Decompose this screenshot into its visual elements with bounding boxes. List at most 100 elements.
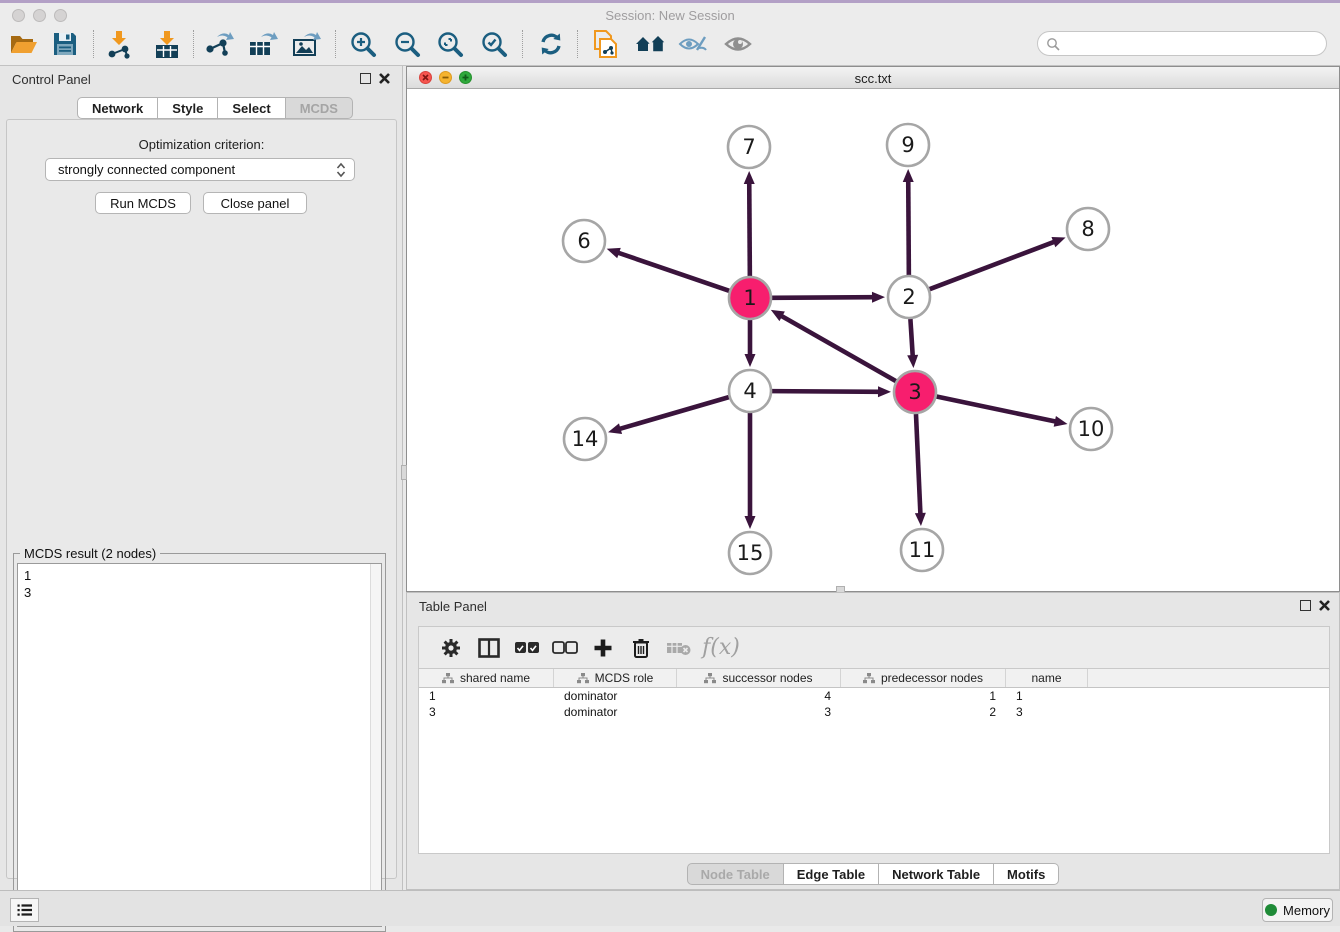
float-panel-icon[interactable] xyxy=(360,73,371,84)
plus-icon xyxy=(593,638,613,658)
manage-networks-icon[interactable] xyxy=(633,27,669,61)
import-table-icon[interactable] xyxy=(149,27,185,61)
cell-successor-nodes[interactable]: 3 xyxy=(677,705,841,719)
result-scrollbar[interactable] xyxy=(370,564,381,926)
import-table-icon xyxy=(152,29,182,59)
search-field[interactable] xyxy=(1037,31,1327,56)
network-canvas[interactable]: 7968124314101511 xyxy=(407,89,1339,591)
optimization-dropdown[interactable]: strongly connected component xyxy=(45,158,355,181)
export-network-icon[interactable] xyxy=(201,27,237,61)
zoom-in-icon[interactable] xyxy=(345,27,381,61)
mcds-result-group: MCDS result (2 nodes) 1 3 xyxy=(13,553,386,932)
zoom-fit-icon[interactable] xyxy=(432,27,468,61)
tab-select[interactable]: Select xyxy=(218,97,285,119)
float-table-panel-icon[interactable] xyxy=(1300,600,1311,611)
task-history-button[interactable] xyxy=(10,898,39,922)
tab-edge-table[interactable]: Edge Table xyxy=(784,863,879,885)
hide-all-columns-button[interactable] xyxy=(547,632,583,664)
refresh-layout-icon[interactable] xyxy=(533,27,569,61)
graph-edge-4-3[interactable] xyxy=(772,391,880,392)
column-header-successor-nodes[interactable]: successor nodes xyxy=(677,669,841,687)
table-row[interactable]: 1 dominator 4 1 1 xyxy=(419,688,1329,704)
import-network-icon[interactable] xyxy=(101,27,137,61)
zoom-selected-icon xyxy=(480,30,508,58)
network-window-titlebar[interactable]: scc.txt xyxy=(407,67,1339,89)
save-session-icon[interactable] xyxy=(47,27,83,61)
cell-shared-name[interactable]: 1 xyxy=(419,689,554,703)
graph-node-label: 4 xyxy=(743,379,756,403)
tab-style[interactable]: Style xyxy=(158,97,218,119)
dropdown-selected-value: strongly connected component xyxy=(58,162,336,177)
tab-motifs[interactable]: Motifs xyxy=(994,863,1059,885)
graph-edge-4-14[interactable] xyxy=(619,397,729,429)
cell-name[interactable]: 3 xyxy=(1006,705,1088,719)
export-network-icon xyxy=(203,29,235,59)
tab-node-table[interactable]: Node Table xyxy=(687,863,784,885)
close-panel-button[interactable]: Close panel xyxy=(203,192,307,214)
cell-predecessor-nodes[interactable]: 2 xyxy=(841,705,1006,719)
graph-edge-arrow xyxy=(1054,416,1068,427)
splitter-handle-vertical[interactable] xyxy=(401,465,407,480)
main-toolbar xyxy=(0,22,1340,66)
export-table-icon[interactable] xyxy=(245,27,281,61)
graph-edge-1-7[interactable] xyxy=(749,182,750,276)
column-header-predecessor-nodes[interactable]: predecessor nodes xyxy=(841,669,1006,687)
graph-edge-arrow xyxy=(903,169,914,182)
cell-predecessor-nodes[interactable]: 1 xyxy=(841,689,1006,703)
cell-mcds-role[interactable]: dominator xyxy=(554,705,677,719)
graph-edge-2-9[interactable] xyxy=(908,180,909,275)
close-panel-icon[interactable] xyxy=(378,72,391,85)
export-image-icon[interactable] xyxy=(289,27,325,61)
toolbar-separator xyxy=(193,30,194,58)
show-graphics-icon[interactable] xyxy=(720,27,756,61)
close-table-panel-icon[interactable] xyxy=(1318,599,1331,612)
split-view-button[interactable] xyxy=(471,632,507,664)
graph-edge-3-1[interactable] xyxy=(780,315,895,381)
node-table[interactable]: shared name MCDS role successor nodes pr… xyxy=(418,668,1330,854)
tab-network[interactable]: Network xyxy=(77,97,158,119)
mcds-result-list[interactable]: 1 3 xyxy=(17,563,382,927)
toolbar-separator xyxy=(93,30,94,58)
network-graph[interactable]: 7968124314101511 xyxy=(407,89,1339,591)
graph-edge-1-2[interactable] xyxy=(772,297,874,298)
open-folder-icon xyxy=(8,31,38,57)
run-mcds-button[interactable]: Run MCDS xyxy=(95,192,191,214)
control-panel-header: Control Panel xyxy=(0,66,402,90)
cell-mcds-role[interactable]: dominator xyxy=(554,689,677,703)
graph-node-label: 15 xyxy=(737,541,764,565)
export-table-icon xyxy=(247,29,279,59)
search-input[interactable] xyxy=(1065,36,1315,51)
column-label: name xyxy=(1031,671,1061,685)
open-folder-icon[interactable] xyxy=(5,27,41,61)
table-header-row: shared name MCDS role successor nodes pr… xyxy=(419,669,1329,688)
create-column-button[interactable] xyxy=(585,632,621,664)
hide-annotations-icon[interactable] xyxy=(675,27,711,61)
table-panel: Table Panel xyxy=(406,592,1340,890)
delete-column-button[interactable] xyxy=(623,632,659,664)
graph-edge-3-10[interactable] xyxy=(937,397,1057,422)
tab-network-table[interactable]: Network Table xyxy=(879,863,994,885)
graph-edge-arrow xyxy=(607,248,621,258)
memory-button[interactable]: Memory xyxy=(1262,898,1333,922)
tab-mcds[interactable]: MCDS xyxy=(286,97,353,119)
table-settings-button[interactable] xyxy=(433,632,469,664)
cell-name[interactable]: 1 xyxy=(1006,689,1088,703)
zoom-selected-icon[interactable] xyxy=(476,27,512,61)
table-panel-title: Table Panel xyxy=(419,599,487,614)
column-label: successor nodes xyxy=(722,671,812,685)
zoom-out-icon[interactable] xyxy=(389,27,425,61)
graph-edge-3-11[interactable] xyxy=(916,414,920,515)
graph-edge-1-6[interactable] xyxy=(617,252,729,290)
clone-network-icon xyxy=(591,28,621,60)
table-row[interactable]: 3 dominator 3 2 3 xyxy=(419,704,1329,720)
graph-edge-2-3[interactable] xyxy=(910,319,912,357)
cell-shared-name[interactable]: 3 xyxy=(419,705,554,719)
column-header-mcds-role[interactable]: MCDS role xyxy=(554,669,677,687)
clone-network-icon[interactable] xyxy=(588,27,624,61)
show-all-columns-button[interactable] xyxy=(509,632,545,664)
column-header-name[interactable]: name xyxy=(1006,669,1088,687)
cell-successor-nodes[interactable]: 4 xyxy=(677,689,841,703)
column-header-shared-name[interactable]: shared name xyxy=(419,669,554,687)
graph-node-label: 1 xyxy=(743,286,756,310)
graph-edge-2-8[interactable] xyxy=(930,241,1056,289)
